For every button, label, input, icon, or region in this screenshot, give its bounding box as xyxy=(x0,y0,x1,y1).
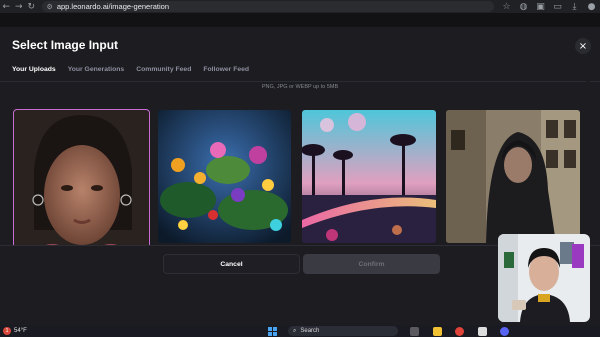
capcut-icon[interactable] xyxy=(478,327,487,336)
site-info-icon[interactable]: ⚙ xyxy=(47,3,53,11)
arrow-left-icon[interactable]: ← xyxy=(0,0,13,13)
temperature: 54°F xyxy=(14,328,27,334)
puzzle-icon[interactable]: ▣ xyxy=(532,0,549,13)
url-text: app.leonardo.ai/image-generation xyxy=(56,2,169,11)
grid-scrollbar[interactable] xyxy=(586,80,590,245)
reload-icon[interactable]: ↻ xyxy=(25,0,38,13)
close-icon: × xyxy=(578,40,588,52)
chrome-icon[interactable] xyxy=(455,327,464,336)
weather-badge: 1 xyxy=(3,327,11,335)
confirm-button[interactable]: Confirm xyxy=(303,254,440,274)
image-thumb-neon-street[interactable] xyxy=(302,110,436,243)
sidebar-icon[interactable]: ▭ xyxy=(549,0,566,13)
browser-toolbar: ← → ↻ ⚙ app.leonardo.ai/image-generation… xyxy=(0,0,600,13)
address-bar[interactable]: ⚙ app.leonardo.ai/image-generation xyxy=(41,1,495,12)
image-thumb-street-portrait[interactable] xyxy=(446,110,580,243)
profile-icon[interactable]: ● xyxy=(583,0,600,13)
task-view-icon[interactable] xyxy=(410,327,419,336)
windows-start-icon[interactable] xyxy=(268,327,277,336)
close-button[interactable]: × xyxy=(575,38,591,54)
bookmark-star-icon[interactable]: ☆ xyxy=(498,0,515,13)
extension-icon[interactable]: ◍ xyxy=(515,0,532,13)
image-grid xyxy=(12,80,582,245)
cancel-button[interactable]: Cancel xyxy=(163,254,300,274)
arrow-right-icon[interactable]: → xyxy=(13,0,26,13)
search-icon: ⌕ xyxy=(293,327,297,334)
weather-widget[interactable]: 1 54°F xyxy=(3,327,27,335)
webcam-overlay xyxy=(498,234,590,322)
search-label: Search xyxy=(300,328,320,334)
discord-icon[interactable] xyxy=(500,327,509,336)
image-thumb-flowers[interactable] xyxy=(158,110,291,243)
taskbar-search[interactable]: ⌕ Search xyxy=(288,326,398,336)
screen: ← → ↻ ⚙ app.leonardo.ai/image-generation… xyxy=(0,0,600,337)
image-thumb-portrait[interactable] xyxy=(13,109,150,245)
modal-title: Select Image Input xyxy=(12,38,119,52)
file-explorer-icon[interactable] xyxy=(433,327,442,336)
download-icon[interactable]: ⤓ xyxy=(566,0,583,13)
